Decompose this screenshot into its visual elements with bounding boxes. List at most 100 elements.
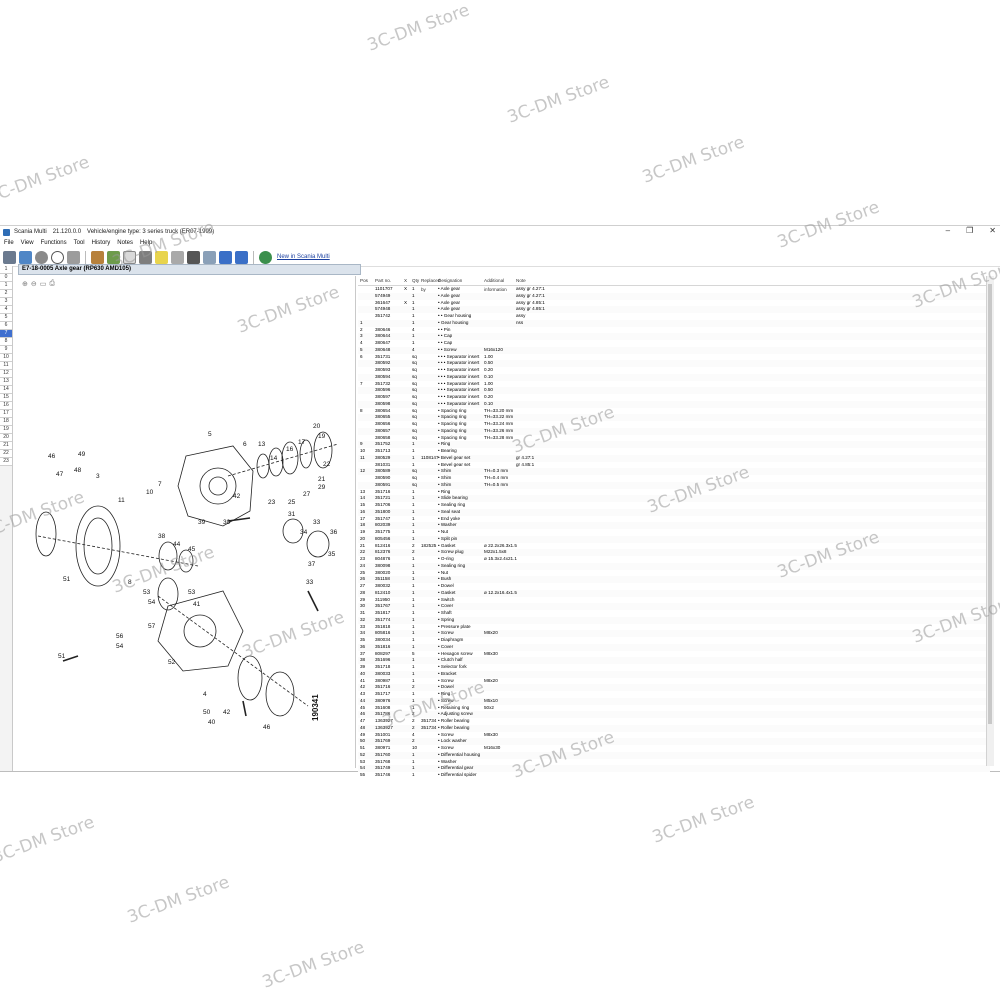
column-header[interactable]: Additional information — [484, 276, 516, 292]
table-row[interactable]: 34 805816 1 • Screw M8x20 — [358, 630, 990, 637]
maximize-button[interactable]: ❐ — [966, 226, 973, 235]
catalog-icon[interactable] — [107, 250, 120, 264]
part-label[interactable]: 41 — [193, 601, 201, 608]
fit-icon[interactable]: ▭ — [40, 280, 47, 288]
table-row[interactable]: 10 351713 1 • Bearing — [358, 448, 990, 455]
part-label[interactable]: 25 — [288, 499, 296, 506]
nav-button[interactable]: 4 — [0, 306, 12, 314]
part-label[interactable]: 16 — [286, 446, 294, 453]
table-row[interactable]: 25 380020 1 • Nut — [358, 570, 990, 577]
table-row[interactable]: 380656 sq • Spacing ring TH=33.24 mm — [358, 421, 990, 428]
part-label[interactable]: 17 — [298, 439, 306, 446]
menu-notes[interactable]: Notes — [117, 240, 133, 246]
table-row[interactable]: 28 812410 1 • Gasket ø 12.2x16.4x1.5 — [358, 589, 990, 597]
table-row[interactable]: 54 351749 1 • Differential gear — [358, 765, 990, 772]
minimize-button[interactable]: – — [946, 226, 950, 235]
vertical-scrollbar[interactable] — [986, 276, 994, 766]
part-label[interactable]: 30 — [223, 519, 231, 526]
nav-button[interactable]: 20 — [0, 434, 12, 442]
part-label[interactable]: 23 — [268, 499, 276, 506]
table-row[interactable]: 380657 sq • Spacing ring TH=33.26 mm — [358, 427, 990, 435]
table-row[interactable]: 351742 1 • • Gear housing assy — [358, 313, 990, 320]
table-row[interactable]: 380658 sq • Spacing ring TH=33.28 mm — [358, 435, 990, 442]
table-row[interactable]: 30 351767 1 • Cover — [358, 603, 990, 610]
table-row[interactable]: 11 380529 1 1108147 • Bevel gear set gr 4.27:… — [358, 454, 990, 462]
table-row[interactable]: 8 380654 sq • Spacing ring TH=33.20 mm — [358, 408, 990, 415]
wrench-icon[interactable] — [139, 250, 152, 264]
exploded-view-diagram[interactable]: 5 20 19 17 16 14 13 6 22 21 29 27 25 23 … — [18, 416, 355, 736]
table-row[interactable]: 52 351760 1 • Differential housing — [358, 751, 990, 759]
menu-view[interactable]: View — [21, 240, 34, 246]
part-label[interactable]: 7 — [158, 481, 162, 488]
table-row[interactable]: 17 351747 1 • End yoke — [358, 516, 990, 523]
nav-button[interactable]: 8 — [0, 338, 12, 346]
column-header[interactable]: Part no. — [375, 276, 404, 285]
table-row[interactable]: 14 351721 1 • Slide bearing — [358, 495, 990, 502]
column-header[interactable]: Designation — [438, 276, 484, 285]
note-icon[interactable] — [155, 250, 168, 264]
print-icon[interactable] — [171, 250, 184, 264]
table-row[interactable]: 18 802039 1 • Washer — [358, 522, 990, 529]
nav-button[interactable]: 9 — [0, 346, 12, 354]
part-label[interactable]: 54 — [148, 599, 156, 606]
table-row[interactable]: 381031 1 • Bevel gear set gr 4.85:1 — [358, 462, 990, 469]
nav-button[interactable]: 22 — [0, 450, 12, 458]
part-label[interactable]: 33 — [306, 579, 314, 586]
part-label[interactable]: 31 — [288, 511, 296, 518]
nav-button[interactable]: 21 — [0, 442, 12, 450]
table-row[interactable]: 49 351001 4 • Screw M8x30 — [358, 732, 990, 739]
nav-button[interactable]: 14 — [0, 386, 12, 394]
table-row[interactable]: 48 1363927 2 351734 • Roller bearing — [358, 724, 990, 732]
table-row[interactable]: 24 380098 1 • Sealing ring — [358, 562, 990, 570]
book-icon[interactable] — [91, 250, 104, 264]
part-label[interactable]: 45 — [188, 546, 196, 553]
table-row[interactable]: 22 812376 2 • Screw plug M22x1.5x8 — [358, 549, 990, 556]
zoom-in-icon[interactable]: ⊕ — [22, 280, 28, 288]
table-row[interactable]: 37 808297 5 • Hexagon screw M8x30 — [358, 651, 990, 658]
table-row[interactable]: 15 351706 1 • Sealing ring — [358, 502, 990, 509]
nav-button[interactable]: 23 — [0, 458, 12, 466]
table-row[interactable]: 38 351696 1 • Clutch half — [358, 657, 990, 664]
table-row[interactable]: 9 351752 1 • Ring — [358, 441, 990, 448]
part-label[interactable]: 53 — [143, 589, 151, 596]
nav-button[interactable]: 0 — [0, 274, 12, 282]
table-row[interactable]: 1 1 • Gear housing nss — [358, 319, 990, 327]
table-row[interactable]: 6 351731 sq • • • Separator insert 1.00 — [358, 354, 990, 361]
nav-button[interactable]: 11 — [0, 362, 12, 370]
table-row[interactable]: 41 380987 1 • Screw M8x20 — [358, 678, 990, 685]
nav-button[interactable]: 5 — [0, 314, 12, 322]
table-row[interactable]: 39 351718 1 • Selector fork — [358, 664, 990, 671]
part-label[interactable]: 51 — [58, 653, 66, 660]
search-icon[interactable] — [35, 250, 48, 264]
part-label[interactable]: 37 — [308, 561, 316, 568]
menu-file[interactable]: File — [4, 240, 14, 246]
table-row[interactable]: 27 380032 1 • Dowel — [358, 583, 990, 590]
nav-button[interactable]: 6 — [0, 322, 12, 330]
table-row[interactable]: 23 804876 1 • O-ring ø 15.3x2.4x21.1 — [358, 556, 990, 563]
table-row[interactable]: 1101707 X 1 • Axle gear assy gr 4.27:1 — [358, 286, 990, 293]
forward-arrow-icon[interactable] — [235, 250, 248, 264]
column-header[interactable]: Qty — [412, 276, 421, 285]
table-row[interactable]: 40 380033 1 • Bracket — [358, 670, 990, 678]
table-row[interactable]: 380593 sq • • • Separator insert 0.20 — [358, 367, 990, 374]
document-icon[interactable] — [123, 250, 136, 264]
nav-button[interactable]: 16 — [0, 402, 12, 410]
table-row[interactable]: 2 380646 4 • • Pin — [358, 327, 990, 334]
nav-button[interactable]: 18 — [0, 418, 12, 426]
table-row[interactable]: 20 805456 1 • Split pin — [358, 535, 990, 543]
menu-functions[interactable]: Functions — [41, 240, 67, 246]
part-label[interactable]: 21 — [318, 476, 326, 483]
nav-button[interactable]: 2 — [0, 290, 12, 298]
table-row[interactable]: 13 351716 1 • Ring — [358, 489, 990, 496]
table-row[interactable]: 380594 sq • • • Separator insert 0.10 — [358, 373, 990, 381]
part-label[interactable]: 46 — [263, 724, 271, 731]
table-row[interactable]: 55 351746 1 • Differential spider — [358, 772, 990, 779]
table-row[interactable]: 380592 sq • • • Separator insert 0.50 — [358, 360, 990, 367]
part-label[interactable]: 38 — [158, 533, 166, 540]
nav-button-active[interactable]: 7 — [0, 330, 12, 338]
table-row[interactable]: 45 351608 1 • Retaining ring 50x2 — [358, 705, 990, 712]
column-header[interactable]: Replaced by — [421, 276, 440, 292]
table-row[interactable]: 16 351800 1 • Seal seat — [358, 508, 990, 516]
table-row[interactable]: 380655 sq • Spacing ring TH=33.22 mm — [358, 414, 990, 421]
part-label[interactable]: 57 — [148, 623, 156, 630]
